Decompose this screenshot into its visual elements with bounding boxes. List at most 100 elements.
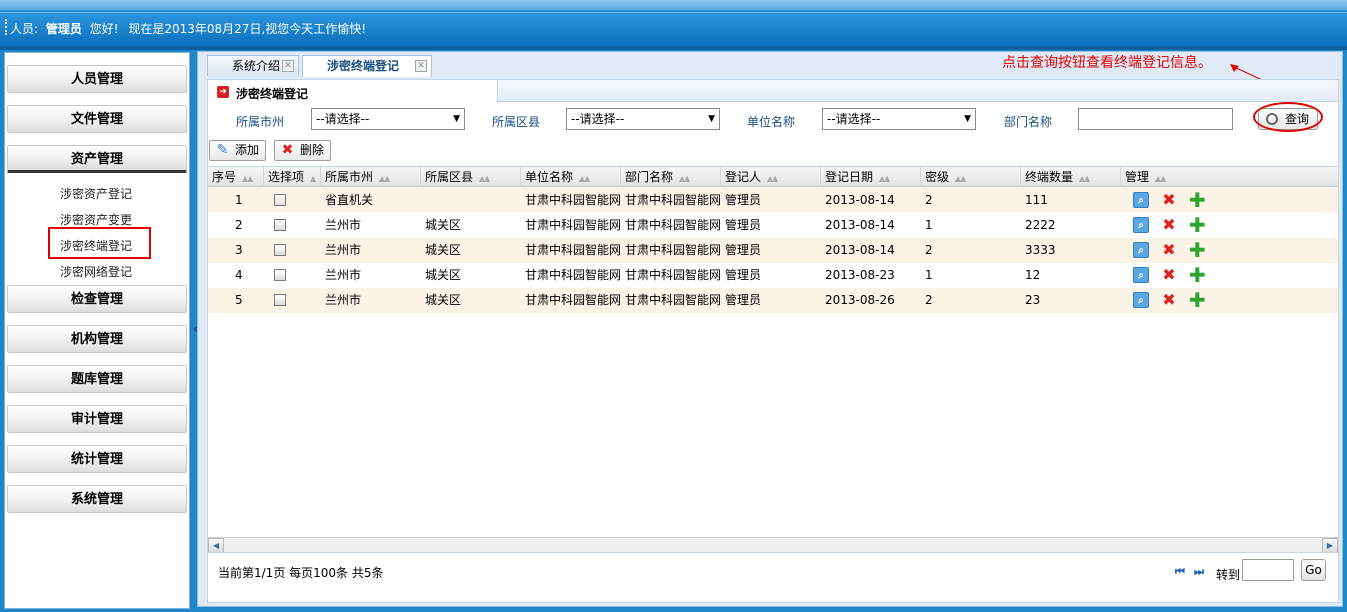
cell-level: 2 xyxy=(925,243,933,257)
close-icon[interactable]: ✕ xyxy=(282,60,294,72)
cell-unit: 甘肃中科园智能网 xyxy=(525,243,621,257)
city-label: 所属市州 xyxy=(236,115,285,129)
cell-unit: 甘肃中科园智能网 xyxy=(525,268,621,282)
row-checkbox[interactable] xyxy=(274,244,286,256)
unit-select-value: --请选择-- xyxy=(827,112,881,126)
cell-level: 2 xyxy=(925,293,933,307)
menu-inspection[interactable]: 检查管理 xyxy=(7,285,187,313)
menu-system[interactable]: 系统管理 xyxy=(7,485,187,513)
table-row[interactable]: 2 兰州市 城关区 甘肃中科园智能网 甘肃中科园智能网 管理员 2013-08-… xyxy=(208,213,1338,238)
cell-date: 2013-08-14 xyxy=(825,243,895,257)
delete-icon[interactable]: ✖ xyxy=(1161,292,1177,308)
col-select[interactable]: 选择项 ▲ xyxy=(264,167,321,187)
row-checkbox[interactable] xyxy=(274,269,286,281)
add-button[interactable]: ✎ 添加 xyxy=(209,140,267,161)
cell-dept: 甘肃中科园智能网 xyxy=(625,293,721,307)
delete-button[interactable]: ✖ 删除 xyxy=(274,140,332,161)
add-icon[interactable]: ✚ xyxy=(1189,240,1206,260)
user-name: 管理员 xyxy=(45,22,82,36)
unit-select[interactable]: --请选择-- ▼ xyxy=(822,108,976,130)
sub-network-register[interactable]: 涉密网络登记 xyxy=(5,263,187,280)
date-text: 现在是2013年08月27日,视您今天工作愉快! xyxy=(128,22,367,36)
delete-icon: ✖ xyxy=(281,142,294,158)
last-page-icon[interactable]: ⏭ xyxy=(1194,565,1204,579)
cell-city: 省直机关 xyxy=(325,193,374,207)
panel-title: 涉密终端登记 xyxy=(236,87,309,101)
edit-icon: ✎ xyxy=(216,142,229,158)
col-manage[interactable]: 管理 ▲▲ xyxy=(1121,167,1338,187)
cell-level: 1 xyxy=(925,218,933,232)
view-icon[interactable]: ⌕ xyxy=(1133,242,1149,258)
table-row[interactable]: 1 省直机关 甘肃中科园智能网 甘肃中科园智能网 管理员 2013-08-14 … xyxy=(208,188,1338,213)
cell-level: 2 xyxy=(925,193,933,207)
col-no[interactable]: 序号 ▲▲ xyxy=(208,167,264,187)
row-checkbox[interactable] xyxy=(274,294,286,306)
tab-system-intro[interactable]: 系统介绍 ✕ xyxy=(207,55,299,76)
menu-files[interactable]: 文件管理 xyxy=(7,105,187,133)
cell-dept: 甘肃中科园智能网 xyxy=(625,193,721,207)
view-icon[interactable]: ⌕ xyxy=(1133,217,1149,233)
goto-label: 转到 xyxy=(1216,568,1241,582)
menu-question-bank[interactable]: 题库管理 xyxy=(7,365,187,393)
delete-icon[interactable]: ✖ xyxy=(1161,267,1177,283)
col-date[interactable]: 登记日期 ▲▲ xyxy=(821,167,921,187)
scroll-left-icon[interactable]: ◀ xyxy=(208,538,224,553)
col-district[interactable]: 所属区县 ▲▲ xyxy=(421,167,521,187)
add-icon[interactable]: ✚ xyxy=(1189,265,1206,285)
cell-district: 城关区 xyxy=(425,293,462,307)
table-row[interactable]: 3 兰州市 城关区 甘肃中科园智能网 甘肃中科园智能网 管理员 2013-08-… xyxy=(208,238,1338,263)
col-registrant[interactable]: 登记人 ▲▲ xyxy=(721,167,821,187)
add-icon[interactable]: ✚ xyxy=(1189,290,1206,310)
add-icon[interactable]: ✚ xyxy=(1189,190,1206,210)
first-page-icon[interactable]: ⏮ xyxy=(1175,565,1185,579)
city-select-value: --请选择-- xyxy=(316,112,370,126)
unit-label: 单位名称 xyxy=(747,115,796,129)
cell-registrant: 管理员 xyxy=(725,293,762,307)
arrow-icon: ➜ xyxy=(217,86,229,98)
delete-icon[interactable]: ✖ xyxy=(1161,242,1177,258)
tab-label: 系统介绍 xyxy=(232,59,281,73)
menu-assets[interactable]: 资产管理 xyxy=(7,145,187,173)
tab-terminal-register[interactable]: 涉密终端登记 ✕ xyxy=(302,55,432,77)
goto-page-input[interactable] xyxy=(1242,559,1294,581)
add-icon[interactable]: ✚ xyxy=(1189,215,1206,235)
main-area: 系统介绍 ✕ 涉密终端登记 ✕ 点击查询按钮查看终端登记信息。 ➜ 涉密终端登记… xyxy=(197,51,1343,607)
cell-date: 2013-08-14 xyxy=(825,218,895,232)
menu-audit[interactable]: 审计管理 xyxy=(7,405,187,433)
menu-organization[interactable]: 机构管理 xyxy=(7,325,187,353)
col-dept[interactable]: 部门名称 ▲▲ xyxy=(621,167,721,187)
view-icon[interactable]: ⌕ xyxy=(1133,192,1149,208)
row-checkbox[interactable] xyxy=(274,194,286,206)
city-select[interactable]: --请选择-- ▼ xyxy=(311,108,465,130)
cell-dept: 甘肃中科园智能网 xyxy=(625,243,721,257)
horizontal-scrollbar[interactable]: ◀ ▶ xyxy=(208,537,1338,553)
sub-asset-register[interactable]: 涉密资产登记 xyxy=(5,185,187,202)
cell-level: 1 xyxy=(925,268,933,282)
view-icon[interactable]: ⌕ xyxy=(1133,267,1149,283)
cell-district: 城关区 xyxy=(425,218,462,232)
delete-icon[interactable]: ✖ xyxy=(1161,217,1177,233)
table-row[interactable]: 5 兰州市 城关区 甘肃中科园智能网 甘肃中科园智能网 管理员 2013-08-… xyxy=(208,288,1338,313)
table-row[interactable]: 4 兰州市 城关区 甘肃中科园智能网 甘肃中科园智能网 管理员 2013-08-… xyxy=(208,263,1338,288)
cell-registrant: 管理员 xyxy=(725,243,762,257)
col-city[interactable]: 所属市州 ▲▲ xyxy=(321,167,421,187)
view-icon[interactable]: ⌕ xyxy=(1133,292,1149,308)
col-level[interactable]: 密级 ▲▲ xyxy=(921,167,1021,187)
cell-district: 城关区 xyxy=(425,268,462,282)
delete-icon[interactable]: ✖ xyxy=(1161,192,1177,208)
col-count[interactable]: 终端数量 ▲▲ xyxy=(1021,167,1121,187)
dept-input[interactable] xyxy=(1078,108,1233,130)
row-checkbox[interactable] xyxy=(274,219,286,231)
menu-personnel[interactable]: 人员管理 xyxy=(7,65,187,93)
district-select[interactable]: --请选择-- ▼ xyxy=(566,108,720,130)
close-icon[interactable]: ✕ xyxy=(415,60,427,72)
dept-label: 部门名称 xyxy=(1004,115,1053,129)
go-button[interactable]: Go xyxy=(1301,559,1326,581)
cell-date: 2013-08-14 xyxy=(825,193,895,207)
chevron-down-icon: ▼ xyxy=(964,114,971,124)
menu-statistics[interactable]: 统计管理 xyxy=(7,445,187,473)
sub-asset-change[interactable]: 涉密资产变更 xyxy=(5,211,187,228)
cell-unit: 甘肃中科园智能网 xyxy=(525,218,621,232)
scroll-right-icon[interactable]: ▶ xyxy=(1322,538,1338,553)
col-unit[interactable]: 单位名称 ▲▲ xyxy=(521,167,621,187)
